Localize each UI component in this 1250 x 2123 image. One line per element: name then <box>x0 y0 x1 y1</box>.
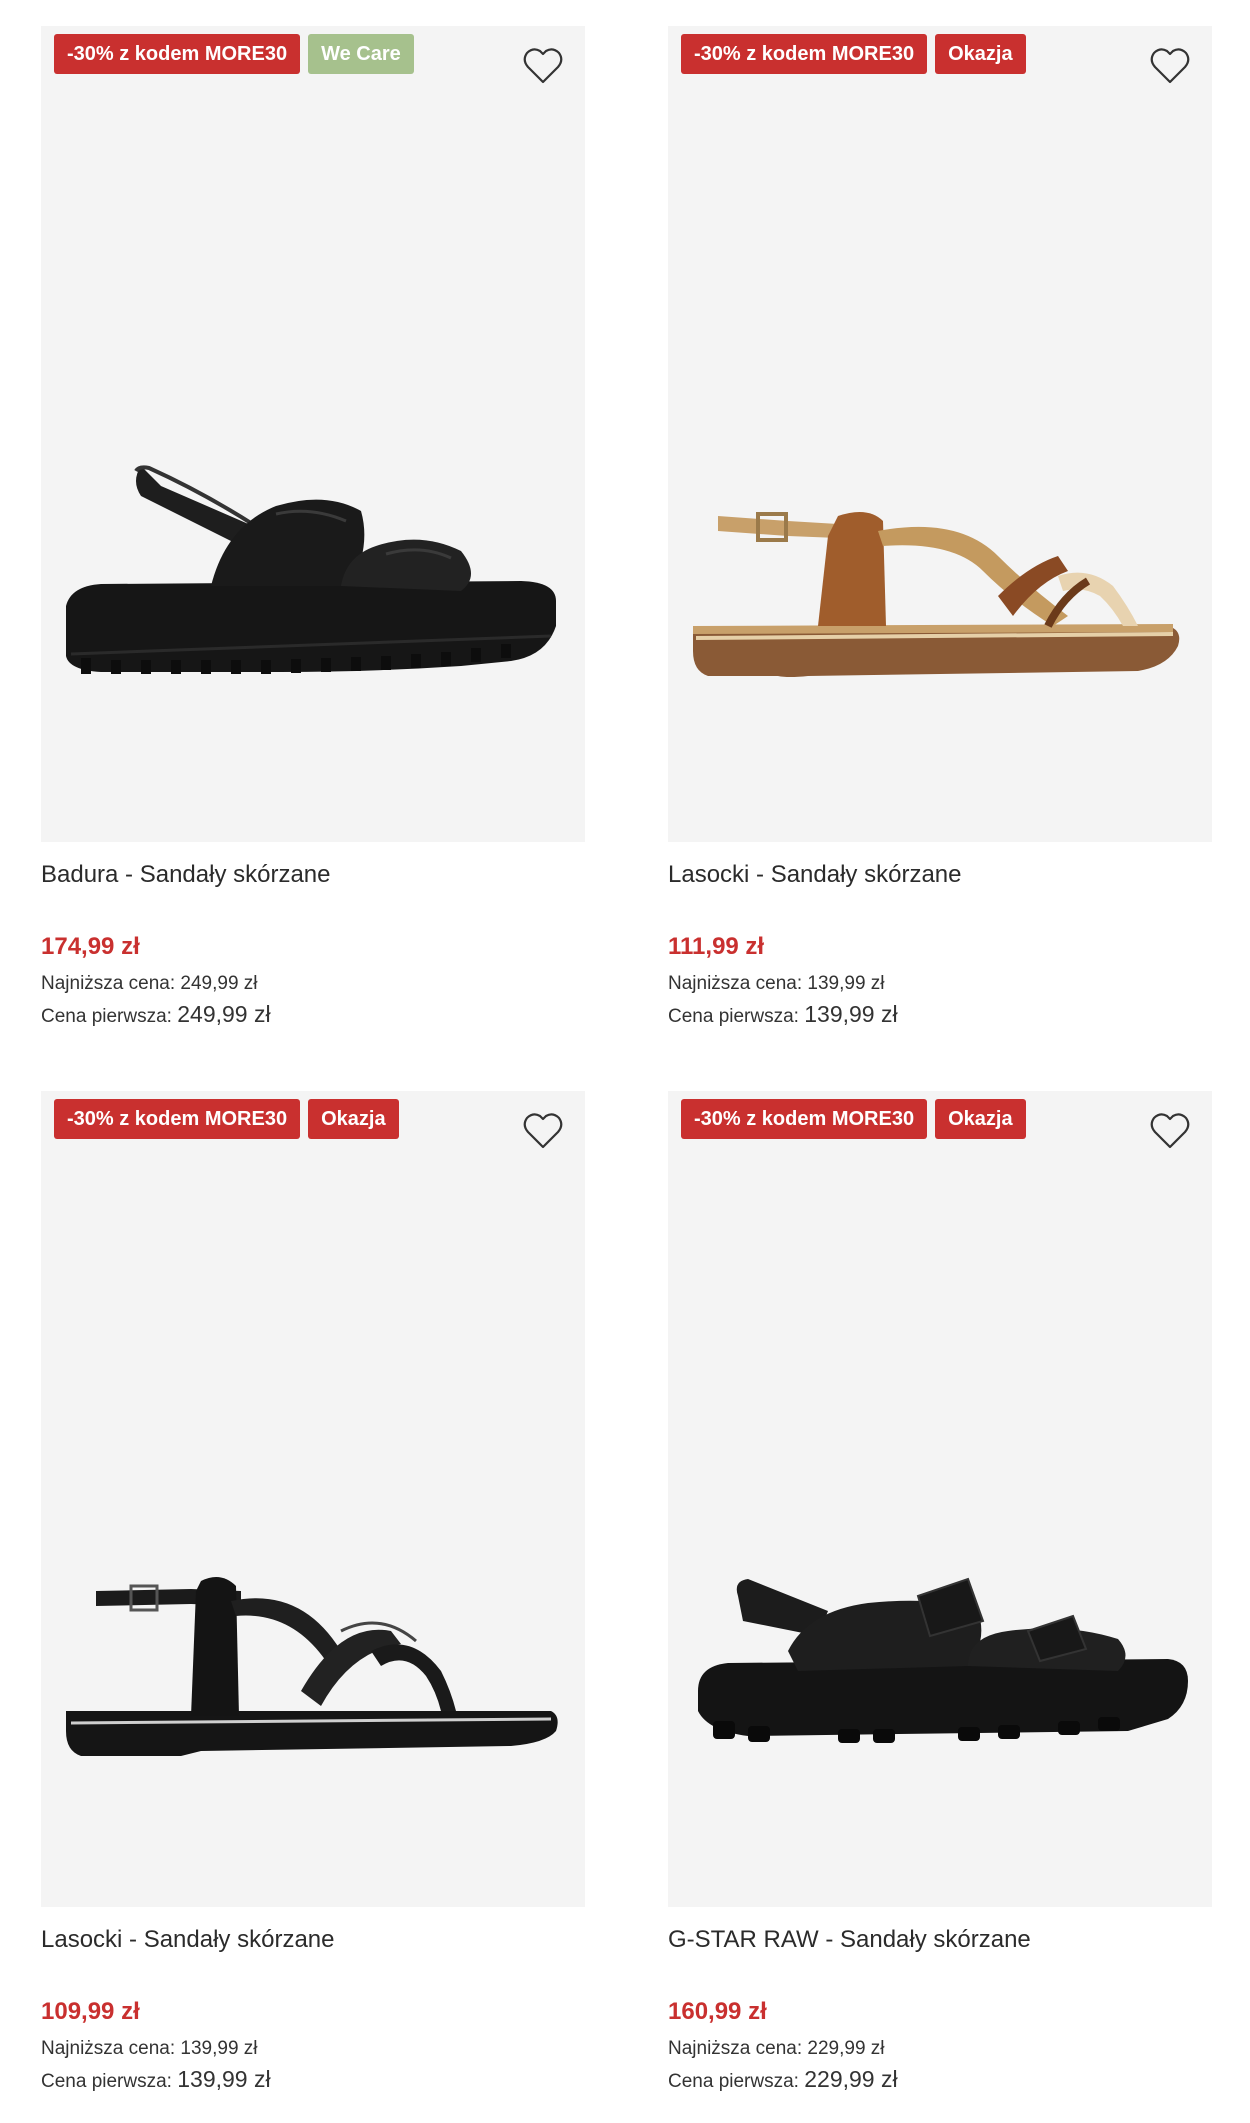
lowest-price-label: Najniższa cena: <box>668 2038 803 2059</box>
product-image-brown-gold-sandal <box>693 512 1180 677</box>
product-card[interactable]: -30% z kodem MORE30 Okazja Lasocki - San… <box>668 26 1212 1029</box>
product-price: 109,99 zł <box>41 1998 140 2025</box>
lowest-price-label: Najniższa cena: <box>41 2038 176 2059</box>
product-title[interactable]: Lasocki - Sandały skórzane <box>668 859 1212 891</box>
first-price-value: 139,99 zł <box>804 1001 898 1027</box>
first-price-label: Cena pierwsza: <box>41 1006 172 1027</box>
product-card[interactable]: -30% z kodem MORE30 Okazja G-STAR RAW - … <box>668 1091 1212 2094</box>
promo-badge: -30% z kodem MORE30 <box>54 34 301 74</box>
lowest-price-label: Najniższa cena: <box>668 973 803 994</box>
lowest-price-row: Najniższa cena: 139,99 zł <box>41 2034 585 2064</box>
first-price-row: Cena pierwsza: 249,99 zł <box>41 999 585 1029</box>
lowest-price-value: 139,99 zł <box>180 2038 258 2059</box>
wishlist-heart-icon[interactable] <box>1148 1109 1192 1153</box>
product-image-black-strappy-sandal <box>66 1577 558 1756</box>
product-image-area[interactable]: -30% z kodem MORE30 We Care <box>41 26 585 842</box>
badge-group: -30% z kodem MORE30 Okazja <box>681 1099 1026 1139</box>
product-image-black-sport-sandal <box>698 1577 1188 1743</box>
lowest-price-row: Najniższa cena: 139,99 zł <box>668 969 1212 999</box>
product-image-area[interactable]: -30% z kodem MORE30 Okazja <box>668 26 1212 842</box>
product-image-black-quilted-sandal <box>66 465 556 674</box>
wishlist-heart-icon[interactable] <box>521 44 565 88</box>
promo-badge: -30% z kodem MORE30 <box>681 1099 928 1139</box>
lowest-price-row: Najniższa cena: 229,99 zł <box>668 2034 1212 2064</box>
first-price-value: 229,99 zł <box>804 2066 898 2092</box>
badge-group: -30% z kodem MORE30 Okazja <box>681 34 1026 74</box>
product-card[interactable]: -30% z kodem MORE30 Okazja Lasocki - San… <box>41 1091 585 2094</box>
we-care-badge: We Care <box>308 34 414 74</box>
okazja-badge: Okazja <box>308 1099 399 1139</box>
first-price-label: Cena pierwsza: <box>41 2071 172 2092</box>
first-price-row: Cena pierwsza: 139,99 zł <box>668 999 1212 1029</box>
product-price: 174,99 zł <box>41 933 140 960</box>
first-price-value: 249,99 zł <box>177 1001 271 1027</box>
lowest-price-value: 139,99 zł <box>807 973 885 994</box>
product-title[interactable]: G-STAR RAW - Sandały skórzane <box>668 1924 1212 1956</box>
first-price-label: Cena pierwsza: <box>668 1006 799 1027</box>
first-price-row: Cena pierwsza: 229,99 zł <box>668 2064 1212 2094</box>
okazja-badge: Okazja <box>935 1099 1026 1139</box>
badge-group: -30% z kodem MORE30 We Care <box>54 34 414 74</box>
product-title[interactable]: Badura - Sandały skórzane <box>41 859 585 891</box>
wishlist-heart-icon[interactable] <box>521 1109 565 1153</box>
first-price-value: 139,99 zł <box>177 2066 271 2092</box>
first-price-label: Cena pierwsza: <box>668 2071 799 2092</box>
product-price: 111,99 zł <box>668 933 765 960</box>
product-image-area[interactable]: -30% z kodem MORE30 Okazja <box>668 1091 1212 1907</box>
promo-badge: -30% z kodem MORE30 <box>681 34 928 74</box>
okazja-badge: Okazja <box>935 34 1026 74</box>
product-image-area[interactable]: -30% z kodem MORE30 Okazja <box>41 1091 585 1907</box>
first-price-row: Cena pierwsza: 139,99 zł <box>41 2064 585 2094</box>
lowest-price-label: Najniższa cena: <box>41 973 176 994</box>
product-grid: -30% z kodem MORE30 We Care Badura - San… <box>0 0 1250 2123</box>
product-card[interactable]: -30% z kodem MORE30 We Care Badura - San… <box>41 26 585 1029</box>
lowest-price-value: 249,99 zł <box>180 973 258 994</box>
product-price: 160,99 zł <box>668 1998 767 2025</box>
badge-group: -30% z kodem MORE30 Okazja <box>54 1099 399 1139</box>
product-title[interactable]: Lasocki - Sandały skórzane <box>41 1924 585 1956</box>
wishlist-heart-icon[interactable] <box>1148 44 1192 88</box>
lowest-price-row: Najniższa cena: 249,99 zł <box>41 969 585 999</box>
lowest-price-value: 229,99 zł <box>807 2038 885 2059</box>
promo-badge: -30% z kodem MORE30 <box>54 1099 301 1139</box>
